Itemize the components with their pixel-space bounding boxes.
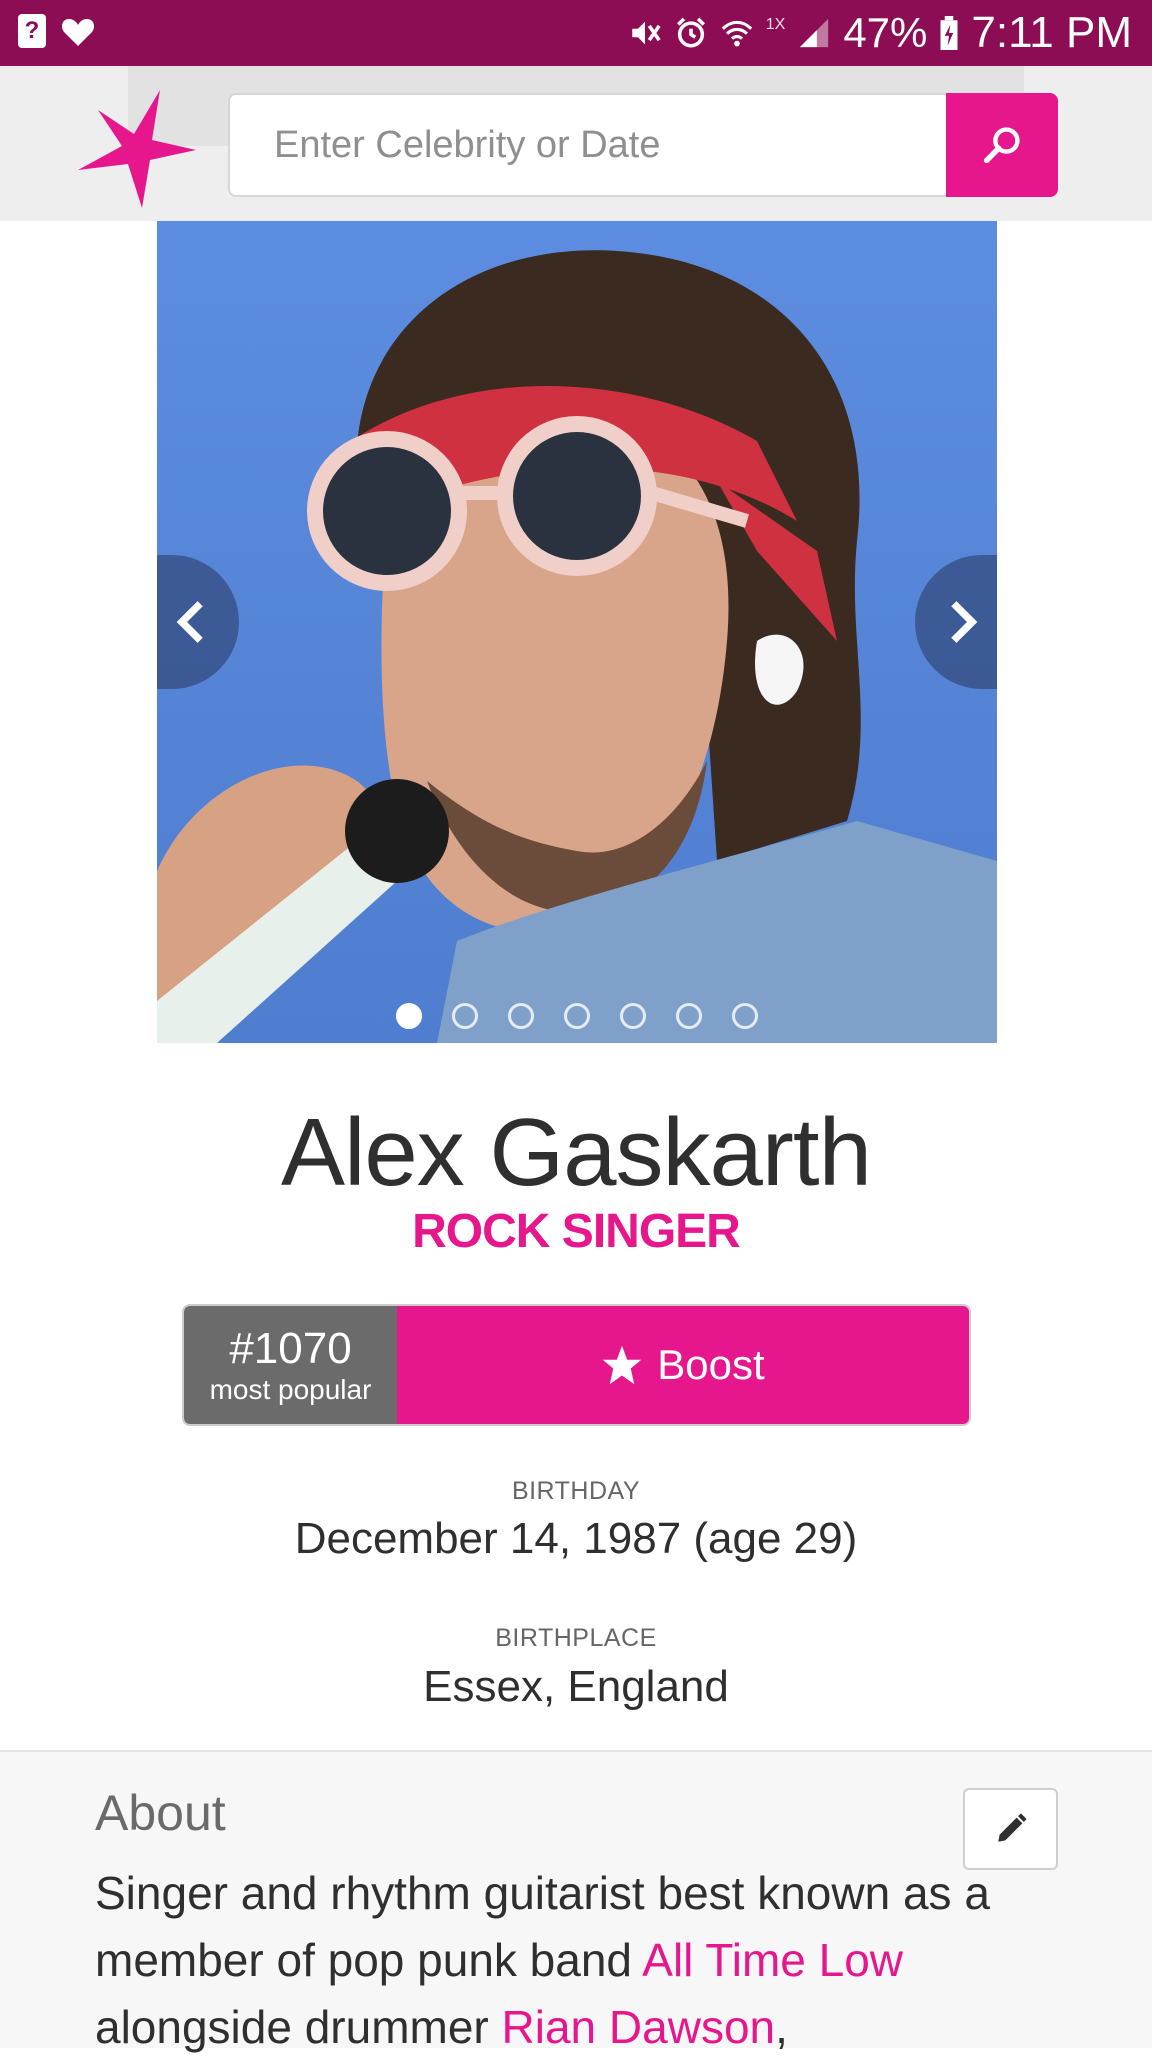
about-section: About Singer and rhythm guitarist best k… xyxy=(0,1750,1152,2053)
wifi-rate: 1X xyxy=(765,16,786,33)
birthplace-label: BIRTHPLACE xyxy=(495,1624,657,1652)
search-icon xyxy=(983,127,1020,164)
search-box xyxy=(228,93,948,197)
drummer-link[interactable]: Rian Dawson xyxy=(502,2001,776,2053)
carousel-dot[interactable] xyxy=(732,1003,758,1029)
status-bar: ? 1X 47% 7:11 PM xyxy=(0,0,1152,66)
star-icon xyxy=(603,1345,642,1385)
alarm-icon xyxy=(676,17,705,48)
wifi-icon xyxy=(721,20,753,47)
rank-number: #1070 xyxy=(229,1324,352,1373)
battery-percent: 47% xyxy=(843,9,928,56)
carousel-dots xyxy=(157,1003,997,1029)
carousel-dot[interactable] xyxy=(452,1003,478,1029)
star-logo-icon[interactable] xyxy=(78,90,198,208)
about-title: About xyxy=(95,1785,226,1841)
celebrity-photo xyxy=(157,221,997,1043)
battery-charging-icon xyxy=(940,16,958,50)
rank-boost-bar: #1070 most popular Boost xyxy=(182,1304,971,1426)
edit-button[interactable] xyxy=(963,1788,1058,1870)
carousel-dot[interactable] xyxy=(564,1003,590,1029)
boost-button[interactable]: Boost xyxy=(397,1306,969,1424)
photo-carousel[interactable] xyxy=(157,221,997,1043)
celebrity-name: Alex Gaskarth xyxy=(281,1099,872,1206)
search-input[interactable] xyxy=(230,95,948,195)
chevron-left-icon xyxy=(176,601,203,643)
carousel-dot[interactable] xyxy=(508,1003,534,1029)
header xyxy=(0,66,1152,221)
boost-label: Boost xyxy=(657,1341,765,1388)
band-link[interactable]: All Time Low xyxy=(642,1934,903,1986)
rank-label: most popular xyxy=(209,1374,372,1405)
mute-icon xyxy=(632,21,661,45)
chevron-right-icon xyxy=(951,601,978,643)
clock: 7:11 PM xyxy=(971,8,1132,57)
birthplace-value[interactable]: Essex, England xyxy=(0,1662,1152,1712)
notification-icons: ? xyxy=(18,14,96,48)
carousel-dot[interactable] xyxy=(676,1003,702,1029)
search-button[interactable] xyxy=(946,93,1058,197)
pencil-icon xyxy=(997,1813,1027,1842)
heart-icon xyxy=(61,19,95,46)
system-status: 1X 47% 7:11 PM xyxy=(628,8,1132,58)
signal-icon xyxy=(800,18,829,48)
question-box-icon: ? xyxy=(18,14,46,48)
about-text: Singer and rhythm guitarist best known a… xyxy=(95,1860,995,2061)
celebrity-profession[interactable]: ROCK SINGER xyxy=(0,1204,1152,1259)
carousel-dot[interactable] xyxy=(396,1003,422,1029)
popularity-rank[interactable]: #1070 most popular xyxy=(184,1306,397,1424)
about-text-part: , xyxy=(775,2001,788,2053)
about-text-part: alongside drummer xyxy=(95,2001,502,2053)
birthday-value[interactable]: December 14, 1987 (age 29) xyxy=(0,1514,1152,1564)
carousel-dot[interactable] xyxy=(620,1003,646,1029)
birthday-label: BIRTHDAY xyxy=(511,1477,641,1505)
